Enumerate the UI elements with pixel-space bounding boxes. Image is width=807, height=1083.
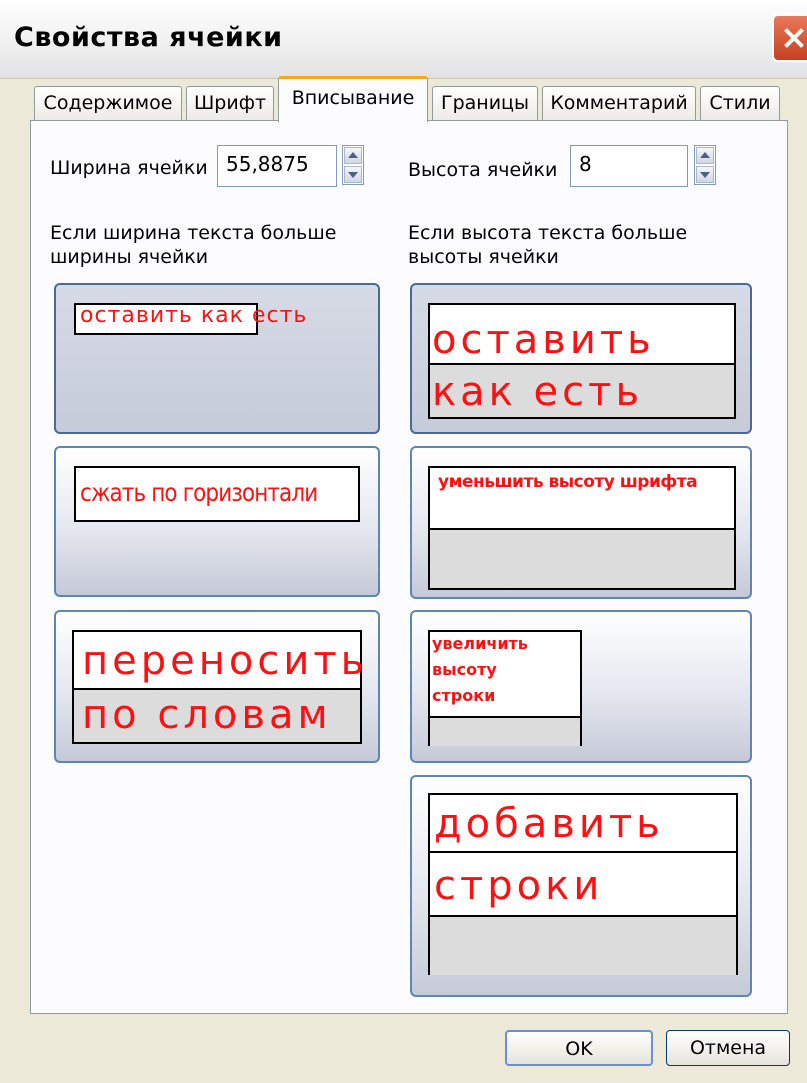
height-option-shrink-font[interactable]: уменьшить высоту шрифта xyxy=(410,446,752,599)
cell-width-label: Ширина ячейки xyxy=(50,157,208,179)
cell-second-row xyxy=(430,716,580,746)
option-text: оставить как есть xyxy=(80,303,308,328)
tab-styles[interactable]: Стили xyxy=(700,86,780,120)
spin-up-icon[interactable] xyxy=(344,147,362,164)
height-option-keep[interactable]: оставить как есть xyxy=(410,283,752,434)
width-overflow-caption-line2: ширины ячейки xyxy=(50,246,209,268)
height-overflow-caption-line2: высоты ячейки xyxy=(408,246,559,268)
cell-bottom-row xyxy=(430,915,736,975)
spin-up-icon[interactable] xyxy=(696,147,714,164)
cell-preview: уменьшить высоту шрифта xyxy=(428,466,736,590)
ok-button[interactable]: OK xyxy=(505,1030,653,1066)
cell-preview: увеличить высоту строки xyxy=(428,630,582,746)
cell-preview: оставить как есть xyxy=(428,303,736,419)
cell-width-input[interactable]: 55,8875 xyxy=(217,145,337,187)
cell-second-row xyxy=(430,528,734,588)
cell-height-input[interactable]: 8 xyxy=(570,145,688,187)
cell-height-spinner[interactable] xyxy=(694,145,716,185)
tab-font[interactable]: Шрифт xyxy=(186,86,274,120)
cell-properties-dialog: Свойства ячейки Содержимое Шрифт Вписыва… xyxy=(0,0,807,1083)
cell-height-label: Высота ячейки xyxy=(408,159,558,181)
height-overflow-caption-line1: Если высота текста больше xyxy=(408,222,688,244)
option-text: уменьшить высоту шрифта xyxy=(438,472,698,492)
tab-borders[interactable]: Границы xyxy=(432,86,538,120)
option-text: сжать по горизонтали xyxy=(80,478,318,507)
height-option-add-rows[interactable]: добавить строки xyxy=(410,775,752,997)
option-text-line1: переносить xyxy=(82,638,369,684)
dialog-title: Свойства ячейки xyxy=(14,22,283,53)
option-text-line1: оставить xyxy=(432,317,655,363)
option-text-line2: высоту xyxy=(432,660,497,679)
option-text-line1: добавить xyxy=(434,801,664,847)
title-bar[interactable]: Свойства ячейки xyxy=(0,0,807,79)
tab-content[interactable]: Содержимое xyxy=(34,86,182,120)
width-option-wrap[interactable]: переносить по словам xyxy=(54,610,380,763)
option-text-line3: строки xyxy=(432,686,496,705)
option-text-line2: как есть xyxy=(432,369,644,415)
spin-down-icon[interactable] xyxy=(344,166,362,183)
spin-down-icon[interactable] xyxy=(696,166,714,183)
tab-fitting[interactable]: Вписывание xyxy=(278,76,428,122)
cell-width-spinner[interactable] xyxy=(342,145,364,185)
cell-preview: переносить по словам xyxy=(72,630,364,744)
height-option-increase-row[interactable]: увеличить высоту строки xyxy=(410,610,752,763)
cell-preview: добавить строки xyxy=(428,793,738,975)
cell-preview: сжать по горизонтали xyxy=(74,466,360,522)
option-text-line2: по словам xyxy=(82,692,332,738)
tab-comment[interactable]: Комментарий xyxy=(542,86,696,120)
cancel-button[interactable]: Отмена xyxy=(666,1030,790,1066)
width-option-keep[interactable]: оставить как есть xyxy=(54,283,380,434)
width-overflow-caption-line1: Если ширина текста больше xyxy=(50,222,337,244)
close-button[interactable] xyxy=(772,14,807,62)
width-option-compress[interactable]: сжать по горизонтали xyxy=(54,446,380,597)
option-text-line1: увеличить xyxy=(432,634,528,653)
option-text-line2: строки xyxy=(434,863,604,909)
